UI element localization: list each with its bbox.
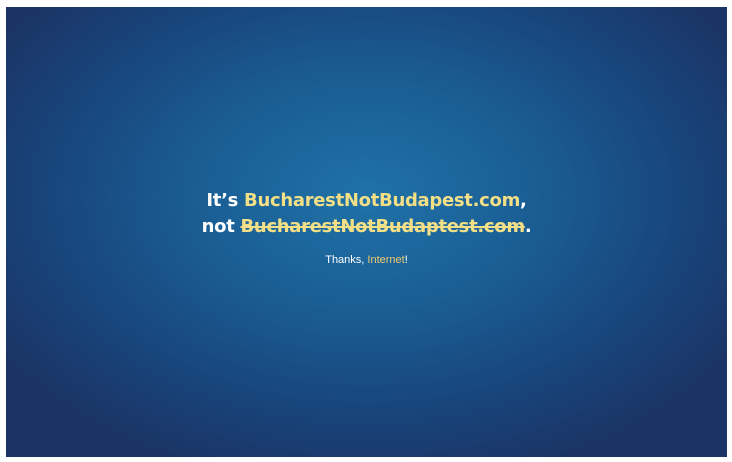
thanks-prefix: Thanks, xyxy=(325,254,368,266)
misspelled-domain: BucharestNotBudaptest.com xyxy=(240,216,525,237)
internet-link[interactable]: Internet xyxy=(367,254,404,266)
message-block: It’s BucharestNotBudapest.com, not Bucha… xyxy=(6,188,727,266)
page-background: It’s BucharestNotBudapest.com, not Bucha… xyxy=(6,7,727,457)
headline-comma: , xyxy=(520,190,527,211)
headline-prefix: It’s xyxy=(206,190,245,211)
thanks-suffix: ! xyxy=(404,254,408,266)
headline-line-2: not BucharestNotBudaptest.com. xyxy=(6,214,727,240)
headline-not: not xyxy=(201,216,241,237)
correct-domain-link[interactable]: BucharestNotBudapest.com xyxy=(244,190,520,211)
thanks-line: Thanks, Internet! xyxy=(6,254,727,266)
headline-period: . xyxy=(524,216,532,237)
headline-line-1: It’s BucharestNotBudapest.com, xyxy=(6,188,727,214)
